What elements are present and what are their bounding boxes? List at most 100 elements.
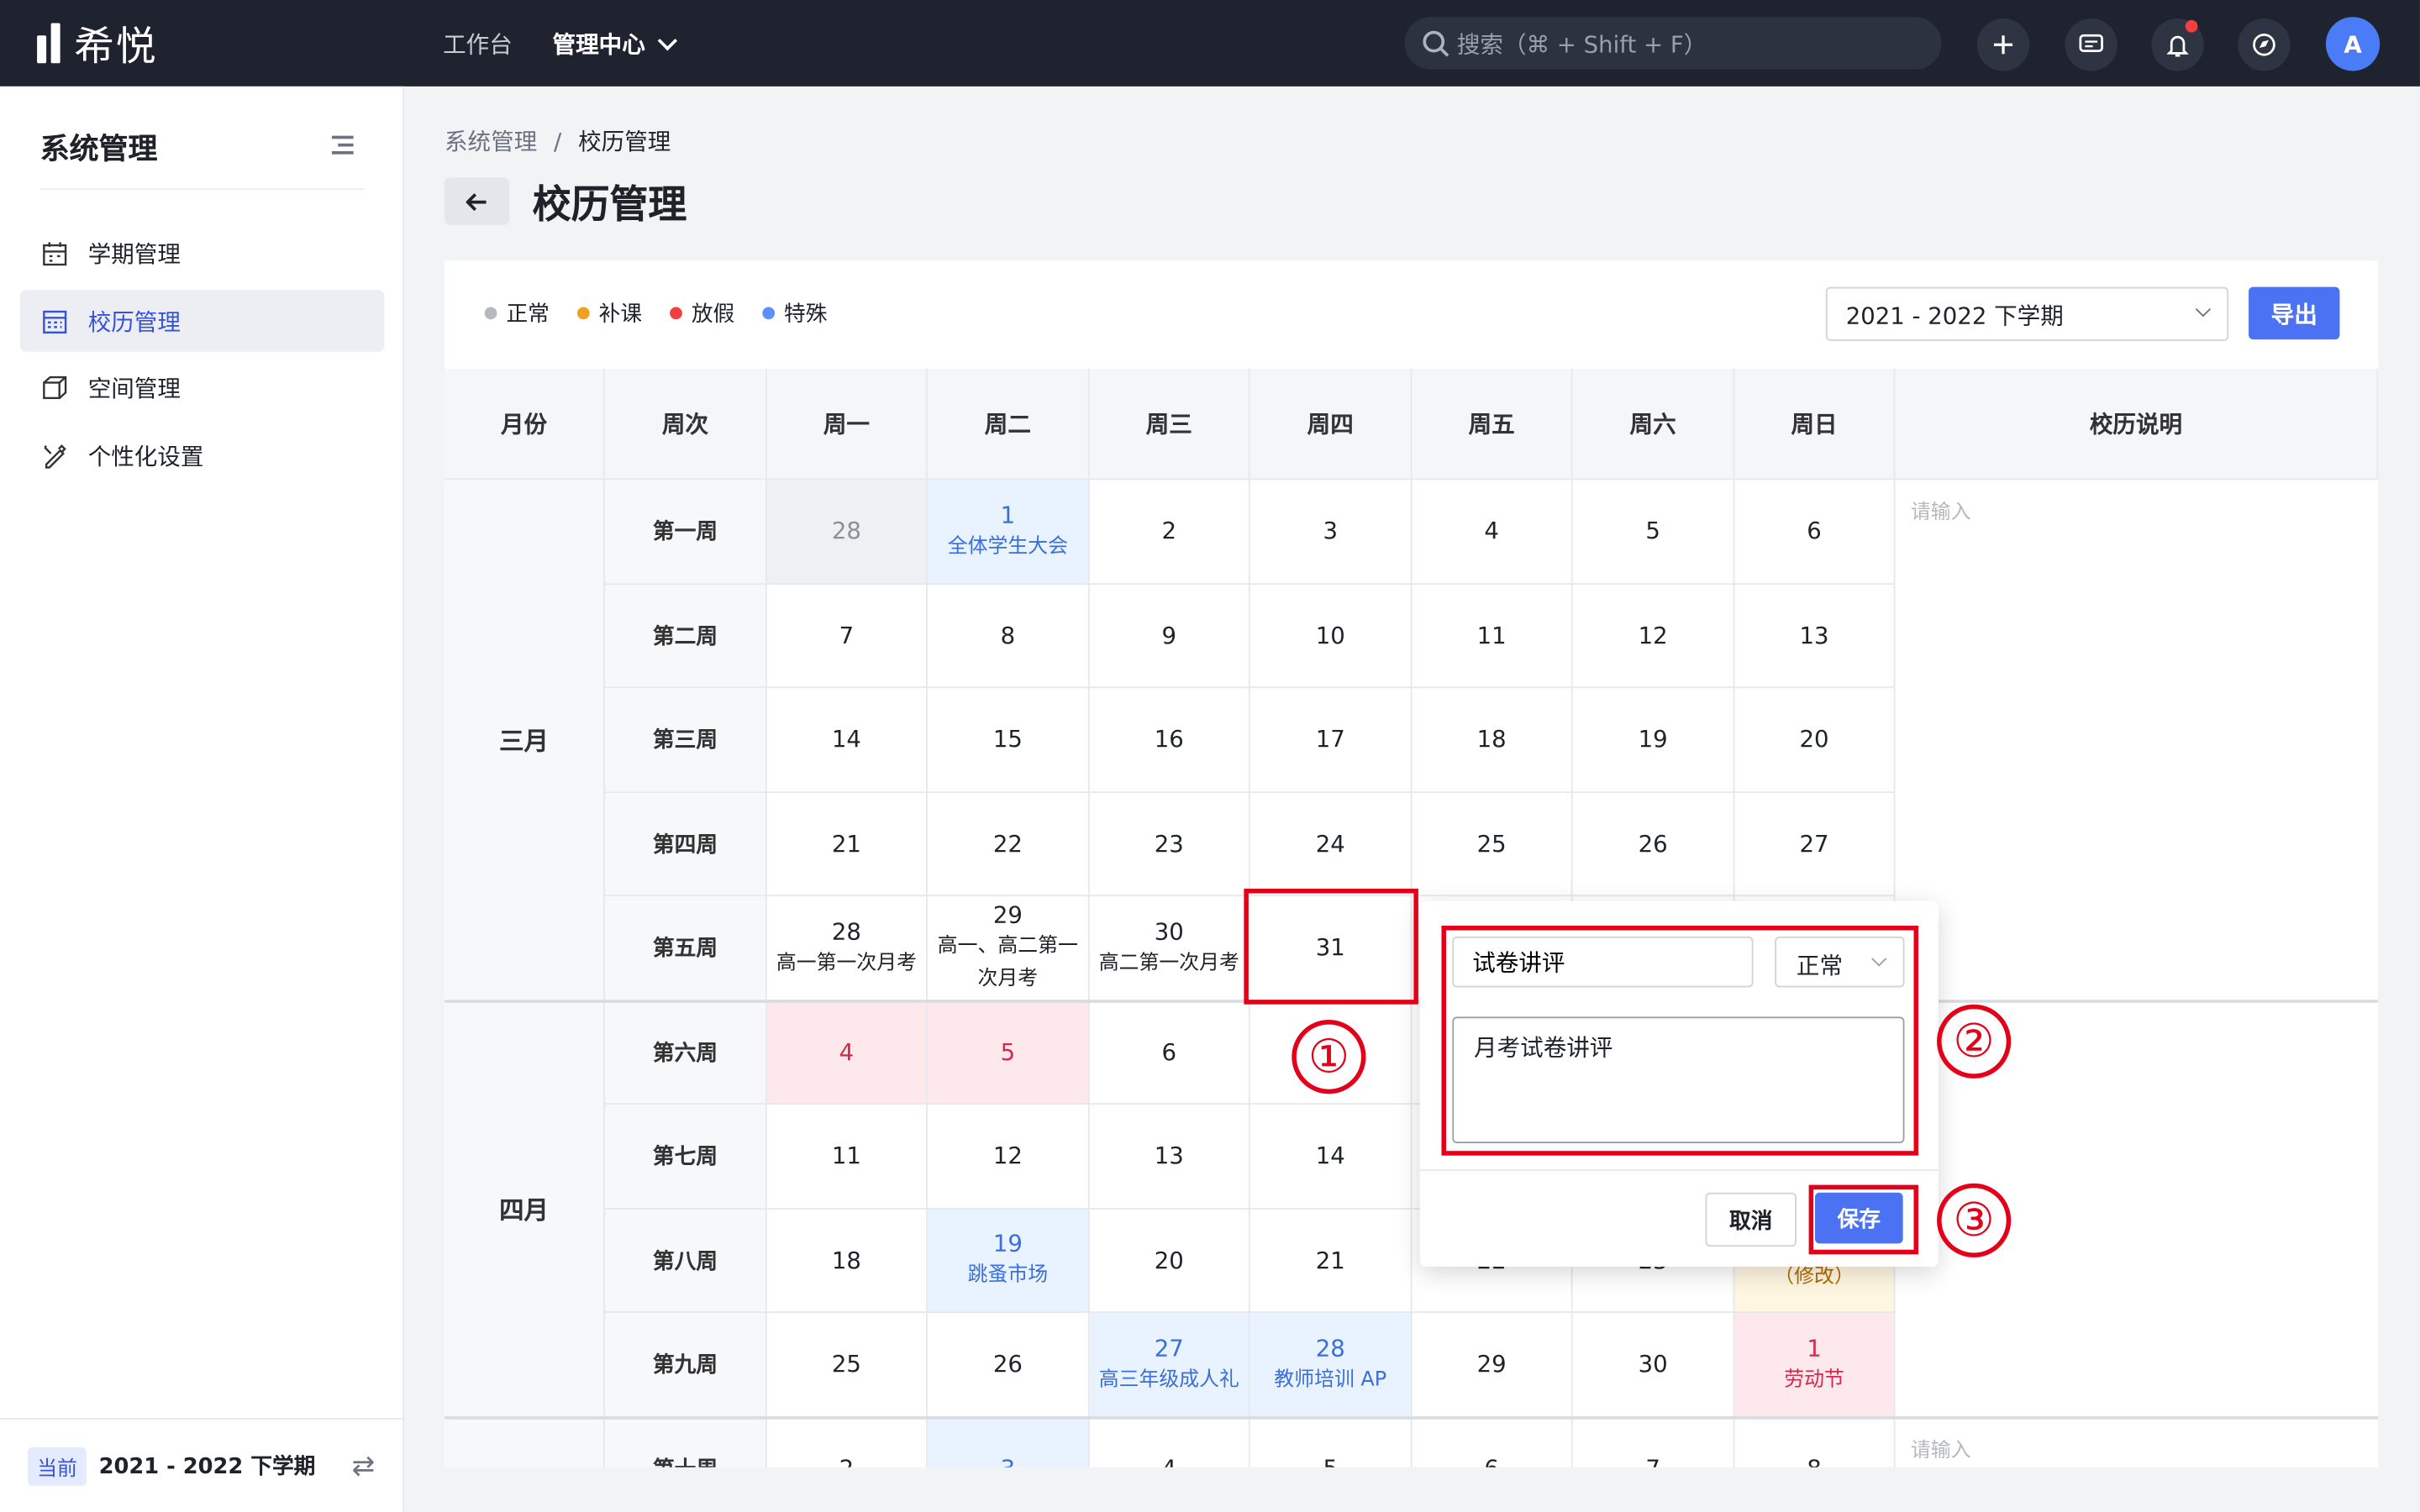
export-button[interactable]: 导出 bbox=[2249, 286, 2340, 340]
term-select[interactable]: 2021 - 2022 下学期 bbox=[1825, 286, 2229, 341]
day-cell[interactable]: 23 bbox=[1089, 792, 1250, 897]
day-cell[interactable]: 19 跳蚤市场 bbox=[927, 1209, 1090, 1314]
legend-label: 补课 bbox=[598, 302, 643, 328]
notifications-button[interactable] bbox=[2151, 18, 2204, 71]
calendar-note-input[interactable] bbox=[1895, 1417, 2374, 1467]
day-cell[interactable]: 7 bbox=[766, 584, 928, 689]
day-note: 跳蚤市场 bbox=[967, 1263, 1049, 1288]
day-cell[interactable]: 28 bbox=[766, 480, 928, 585]
search-input[interactable] bbox=[1454, 17, 1923, 73]
messages-button[interactable] bbox=[2065, 18, 2118, 71]
day-cell[interactable]: 12 bbox=[927, 1105, 1090, 1210]
day-cell[interactable]: 6 bbox=[1413, 1417, 1573, 1467]
day-cell[interactable]: 8 bbox=[1734, 1417, 1896, 1467]
day-cell[interactable]: 10 bbox=[1249, 584, 1413, 689]
day-cell[interactable]: 30 高二第一次月考 bbox=[1089, 896, 1250, 1001]
day-cell[interactable]: 21 bbox=[1249, 1209, 1413, 1314]
day-cell[interactable]: 30 bbox=[1572, 1313, 1735, 1418]
day-cell[interactable]: 16 bbox=[1089, 688, 1250, 793]
day-cell[interactable]: 27 bbox=[1734, 792, 1896, 897]
add-button[interactable] bbox=[1976, 18, 2030, 71]
day-cell[interactable]: 22 bbox=[927, 792, 1090, 897]
day-cell[interactable]: 25 bbox=[766, 1313, 928, 1418]
switch-term-icon[interactable]: ⇄ bbox=[352, 1450, 376, 1483]
day-cell[interactable]: 24 bbox=[1249, 792, 1413, 897]
day-cell[interactable]: 2 bbox=[767, 1417, 928, 1467]
nav-workbench[interactable]: 工作台 bbox=[443, 28, 513, 60]
day-cell[interactable]: 26 bbox=[927, 1313, 1090, 1418]
sidebar-item-label: 学期管理 bbox=[87, 239, 181, 268]
day-number: 10 bbox=[1315, 621, 1345, 649]
day-cell[interactable]: 8 bbox=[927, 584, 1090, 689]
cancel-button[interactable]: 取消 bbox=[1705, 1192, 1797, 1247]
day-note: 教师培训 AP bbox=[1274, 1368, 1387, 1392]
sidebar-item-school-calendar[interactable]: 校历管理 bbox=[19, 290, 385, 352]
day-cell[interactable]: 11 bbox=[766, 1105, 928, 1210]
day-cell[interactable]: 18 bbox=[766, 1209, 928, 1314]
day-cell[interactable]: 1 全体学生大会 bbox=[927, 480, 1090, 585]
day-number: 29 bbox=[1476, 1350, 1507, 1378]
calendar-note-cell[interactable] bbox=[1895, 1417, 2378, 1467]
week-label: 第四周 bbox=[604, 792, 767, 897]
day-cell[interactable]: 14 bbox=[766, 688, 928, 793]
legend-dot bbox=[670, 307, 682, 320]
app-switch-button[interactable] bbox=[2238, 18, 2291, 71]
day-cell[interactable]: 26 bbox=[1572, 792, 1735, 897]
day-cell[interactable]: 29 高一、高二第一次月考 bbox=[927, 896, 1090, 1001]
day-cell[interactable]: 1 劳动节 bbox=[1734, 1313, 1896, 1418]
calendar-note-cell[interactable] bbox=[1895, 480, 2379, 1001]
day-number: 4 bbox=[1162, 1453, 1177, 1467]
day-cell[interactable]: 5 bbox=[927, 1000, 1090, 1105]
week-label: 第五周 bbox=[604, 896, 767, 1001]
global-search[interactable] bbox=[1404, 17, 1942, 73]
day-cell[interactable]: 9 bbox=[1089, 584, 1250, 689]
day-cell[interactable]: 27 高三年级成人礼 bbox=[1089, 1313, 1250, 1418]
user-avatar[interactable]: A bbox=[2325, 17, 2381, 71]
day-cell[interactable]: 7 bbox=[1573, 1417, 1735, 1467]
sidebar-item-personalize[interactable]: 个性化设置 bbox=[20, 424, 384, 486]
calendar-note-input[interactable] bbox=[1895, 480, 2374, 542]
sidebar-item-space[interactable]: 空间管理 bbox=[20, 356, 384, 417]
column-header: 周次 bbox=[604, 368, 767, 480]
day-cell[interactable]: 3 bbox=[1249, 480, 1413, 585]
day-number: 25 bbox=[831, 1350, 861, 1378]
sidebar-item-term[interactable]: 学期管理 bbox=[20, 222, 384, 283]
day-cell[interactable]: 13 bbox=[1089, 1105, 1250, 1210]
day-cell[interactable]: 3 bbox=[927, 1417, 1090, 1467]
day-number: 4 bbox=[1484, 517, 1499, 545]
column-header: 月份 bbox=[444, 368, 605, 480]
day-cell[interactable]: 4 bbox=[766, 1000, 928, 1105]
collapse-menu-icon[interactable] bbox=[331, 135, 354, 155]
day-cell[interactable]: 21 bbox=[766, 792, 928, 897]
day-cell[interactable]: 4 bbox=[1412, 480, 1573, 585]
day-cell[interactable]: 14 bbox=[1249, 1105, 1413, 1210]
day-cell[interactable]: 19 bbox=[1572, 688, 1735, 793]
day-cell[interactable]: 2 bbox=[1089, 480, 1250, 585]
day-cell[interactable]: 12 bbox=[1572, 584, 1735, 689]
day-cell[interactable]: 6 bbox=[1089, 1000, 1250, 1105]
day-cell[interactable]: 17 bbox=[1249, 688, 1413, 793]
day-cell[interactable]: 4 bbox=[1090, 1417, 1250, 1467]
day-cell[interactable]: 20 bbox=[1089, 1209, 1250, 1314]
day-cell[interactable]: 28 高一第一次月考 bbox=[766, 896, 928, 1001]
day-cell[interactable]: 6 bbox=[1734, 480, 1896, 585]
day-cell[interactable]: 11 bbox=[1412, 584, 1573, 689]
day-cell[interactable]: 18 bbox=[1412, 688, 1573, 793]
nav-admin-center[interactable]: 管理中心 bbox=[553, 28, 678, 60]
day-cell[interactable]: 5 bbox=[1572, 480, 1735, 585]
day-cell[interactable]: 29 bbox=[1412, 1313, 1573, 1418]
sidebar-item-label: 校历管理 bbox=[87, 307, 181, 336]
day-cell[interactable]: 28 教师培训 AP bbox=[1249, 1313, 1413, 1418]
chat-icon bbox=[2079, 34, 2103, 52]
legend-dot bbox=[762, 307, 776, 320]
brand-logo[interactable]: 希悦 bbox=[37, 15, 157, 71]
breadcrumb-root[interactable]: 系统管理 bbox=[445, 128, 537, 155]
day-cell[interactable]: 20 bbox=[1734, 688, 1896, 793]
day-cell[interactable]: 13 bbox=[1734, 584, 1896, 689]
back-button[interactable] bbox=[444, 177, 510, 226]
day-number: 6 bbox=[1484, 1453, 1499, 1467]
day-cell[interactable]: 25 bbox=[1412, 792, 1573, 897]
day-cell[interactable]: 15 bbox=[927, 688, 1090, 793]
day-number: 22 bbox=[992, 829, 1023, 858]
day-cell[interactable]: 5 bbox=[1250, 1417, 1413, 1467]
